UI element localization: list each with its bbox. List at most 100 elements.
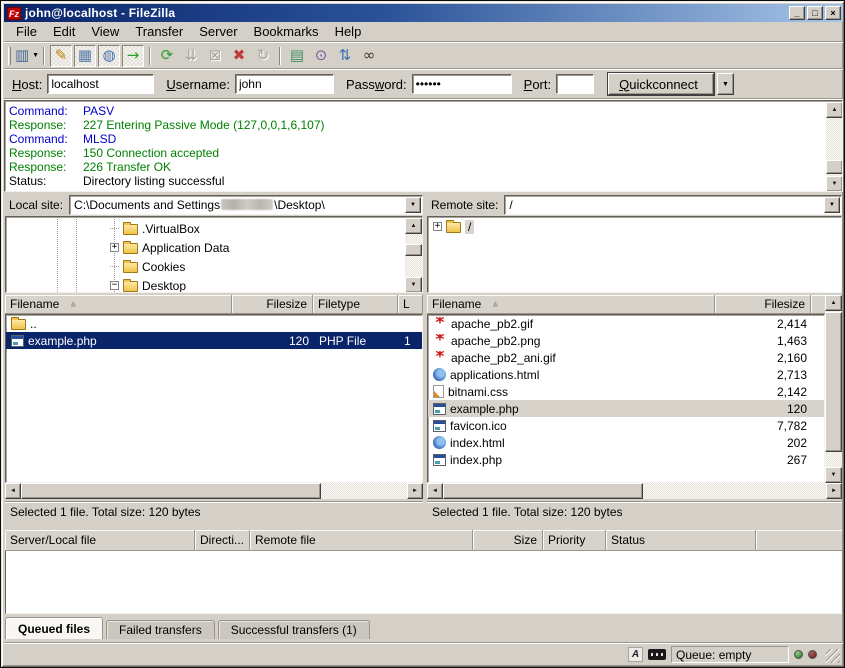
tree-item-label: /: [465, 220, 474, 234]
quickconnect-button[interactable]: Quickconnect: [608, 73, 714, 95]
column-header-filename[interactable]: Filename▲: [427, 295, 715, 314]
tree-item-application-data[interactable]: +Application Data: [6, 238, 422, 257]
local-list-hthumb[interactable]: [21, 483, 321, 499]
remote-list-scroll-left-icon[interactable]: ◄: [427, 483, 443, 499]
local-list-scroll-left-icon[interactable]: ◄: [5, 483, 21, 499]
remote-list-scroll-up-icon[interactable]: ▲: [825, 295, 842, 311]
filesize-cell: 120: [233, 334, 314, 348]
column-header-filesize[interactable]: Filesize: [232, 295, 313, 314]
minimize-button[interactable]: _: [789, 6, 805, 20]
file-row-apache_pb2-png[interactable]: *apache_pb2.png1,463: [428, 332, 824, 349]
filename-text: ..: [30, 317, 37, 331]
remote-list-scroll-right-icon[interactable]: ►: [826, 483, 842, 499]
menu-item-help[interactable]: Help: [327, 22, 370, 41]
column-header-l[interactable]: L: [398, 295, 423, 314]
host-field[interactable]: [47, 74, 154, 94]
resize-grip[interactable]: [826, 649, 840, 663]
toolbar-separator: [279, 47, 281, 65]
tree-item-cookies[interactable]: Cookies: [6, 257, 422, 276]
queue-column-status[interactable]: Status: [606, 530, 756, 551]
file-row-index-php[interactable]: index.php267: [428, 451, 824, 468]
toolbar-grip[interactable]: [8, 47, 11, 65]
remote-list-hthumb[interactable]: [443, 483, 643, 499]
filename-cell: ..: [6, 317, 233, 331]
site-manager-dropdown-icon[interactable]: ▼: [32, 52, 39, 59]
titlebar[interactable]: Fz john@localhost - FileZilla _ □ ×: [4, 4, 843, 22]
tree-item-desktop[interactable]: −Desktop: [6, 276, 422, 293]
local-tree-scroll-up-icon[interactable]: ▲: [405, 218, 422, 234]
tree-item--virtualbox[interactable]: .VirtualBox: [6, 219, 422, 238]
close-button[interactable]: ×: [825, 6, 841, 20]
local-selection-status: Selected 1 file. Total size: 120 bytes: [5, 501, 423, 521]
local-tree-vthumb[interactable]: [405, 244, 422, 256]
remote-site-row: Remote site: / ▼: [427, 194, 842, 215]
toggle-message-log-button[interactable]: ✎: [50, 45, 72, 67]
file-row-applications-html[interactable]: applications.html2,713: [428, 366, 824, 383]
transfer-type-icon[interactable]: A: [628, 647, 643, 662]
remote-list-scroll-down-icon[interactable]: ▼: [825, 467, 842, 483]
menu-item-bookmarks[interactable]: Bookmarks: [246, 22, 327, 41]
synchronized-browsing-button[interactable]: ⇅: [334, 45, 356, 67]
tree-collapse-icon[interactable]: −: [110, 281, 119, 290]
quickconnect-dropdown-icon[interactable]: ▼: [717, 73, 734, 95]
menu-item-transfer[interactable]: Transfer: [127, 22, 191, 41]
tab-successful-transfers-1-[interactable]: Successful transfers (1): [218, 620, 370, 639]
local-site-combo[interactable]: C:\Documents and Settings\Desktop\ ▼: [69, 195, 423, 215]
tab-failed-transfers[interactable]: Failed transfers: [106, 620, 215, 639]
log-vthumb[interactable]: [826, 160, 843, 174]
log-scroll-up-icon[interactable]: ▲: [826, 102, 843, 118]
remote-list-vthumb[interactable]: [825, 312, 842, 452]
menu-item-file[interactable]: File: [8, 22, 45, 41]
folder-icon: [123, 262, 138, 273]
username-field[interactable]: [235, 74, 334, 94]
transfer-queue-body[interactable]: [5, 551, 842, 614]
toggle-remote-tree-button[interactable]: ◍: [98, 45, 120, 67]
filesize-cell: 7,782: [716, 419, 812, 433]
queue-column-directi-[interactable]: Directi...: [195, 530, 250, 551]
file-row-index-html[interactable]: index.html202: [428, 434, 824, 451]
find-files-button[interactable]: ∞: [358, 45, 380, 67]
queue-column-size[interactable]: Size: [473, 530, 543, 551]
file-row-bitnami-css[interactable]: bitnami.css2,142: [428, 383, 824, 400]
menu-item-server[interactable]: Server: [191, 22, 245, 41]
file-row--[interactable]: ..: [6, 315, 422, 332]
file-row-apache_pb2_ani-gif[interactable]: *apache_pb2_ani.gif2,160: [428, 349, 824, 366]
column-header-filesize[interactable]: Filesize: [715, 295, 811, 314]
toggle-local-tree-button[interactable]: ▦: [74, 45, 96, 67]
menu-item-edit[interactable]: Edit: [45, 22, 83, 41]
local-site-dropdown-icon[interactable]: ▼: [405, 197, 421, 213]
file-row-apache_pb2-gif[interactable]: *apache_pb2.gif2,414: [428, 315, 824, 332]
file-row-example-php[interactable]: example.php120PHP File1: [6, 332, 422, 349]
filename-cell: index.php: [428, 453, 716, 467]
tree-item-root[interactable]: +/: [428, 217, 841, 236]
local-path-suffix: \Desktop\: [274, 198, 325, 212]
port-field[interactable]: [556, 74, 594, 94]
file-row-example-php[interactable]: example.php120: [428, 400, 824, 417]
refresh-button[interactable]: ⟳: [156, 45, 178, 67]
speed-limit-icon[interactable]: [648, 649, 666, 660]
queue-column-remote-file[interactable]: Remote file: [250, 530, 473, 551]
disconnect-button[interactable]: ✖: [228, 45, 250, 67]
menu-item-view[interactable]: View: [83, 22, 127, 41]
file-row-favicon-ico[interactable]: favicon.ico7,782: [428, 417, 824, 434]
toggle-queue-button[interactable]: →: [122, 45, 144, 67]
password-field[interactable]: [412, 74, 512, 94]
remote-site-dropdown-icon[interactable]: ▼: [824, 197, 840, 213]
tree-expand-icon[interactable]: +: [110, 243, 119, 252]
maximize-button[interactable]: □: [807, 6, 823, 20]
log-scroll-down-icon[interactable]: ▼: [826, 176, 843, 192]
tree-expand-icon[interactable]: +: [433, 222, 442, 231]
site-manager-button[interactable]: ▥▼: [16, 45, 38, 67]
column-header-filetype[interactable]: Filetype: [313, 295, 398, 314]
folder-icon: [123, 224, 138, 235]
quickconnect-bar: Host:Username:Password:Port:Quickconnect…: [4, 70, 843, 99]
local-list-scroll-right-icon[interactable]: ►: [407, 483, 423, 499]
remote-site-combo[interactable]: / ▼: [504, 195, 842, 215]
queue-column-priority[interactable]: Priority: [543, 530, 606, 551]
tab-queued-files[interactable]: Queued files: [5, 617, 103, 639]
local-tree-scroll-down-icon[interactable]: ▼: [405, 277, 422, 293]
queue-column-server-local-file[interactable]: Server/Local file: [5, 530, 195, 551]
directory-listing-filters-button[interactable]: ▤: [286, 45, 308, 67]
directory-comparison-button[interactable]: ⊙: [310, 45, 332, 67]
column-header-filename[interactable]: Filename▲: [5, 295, 232, 314]
